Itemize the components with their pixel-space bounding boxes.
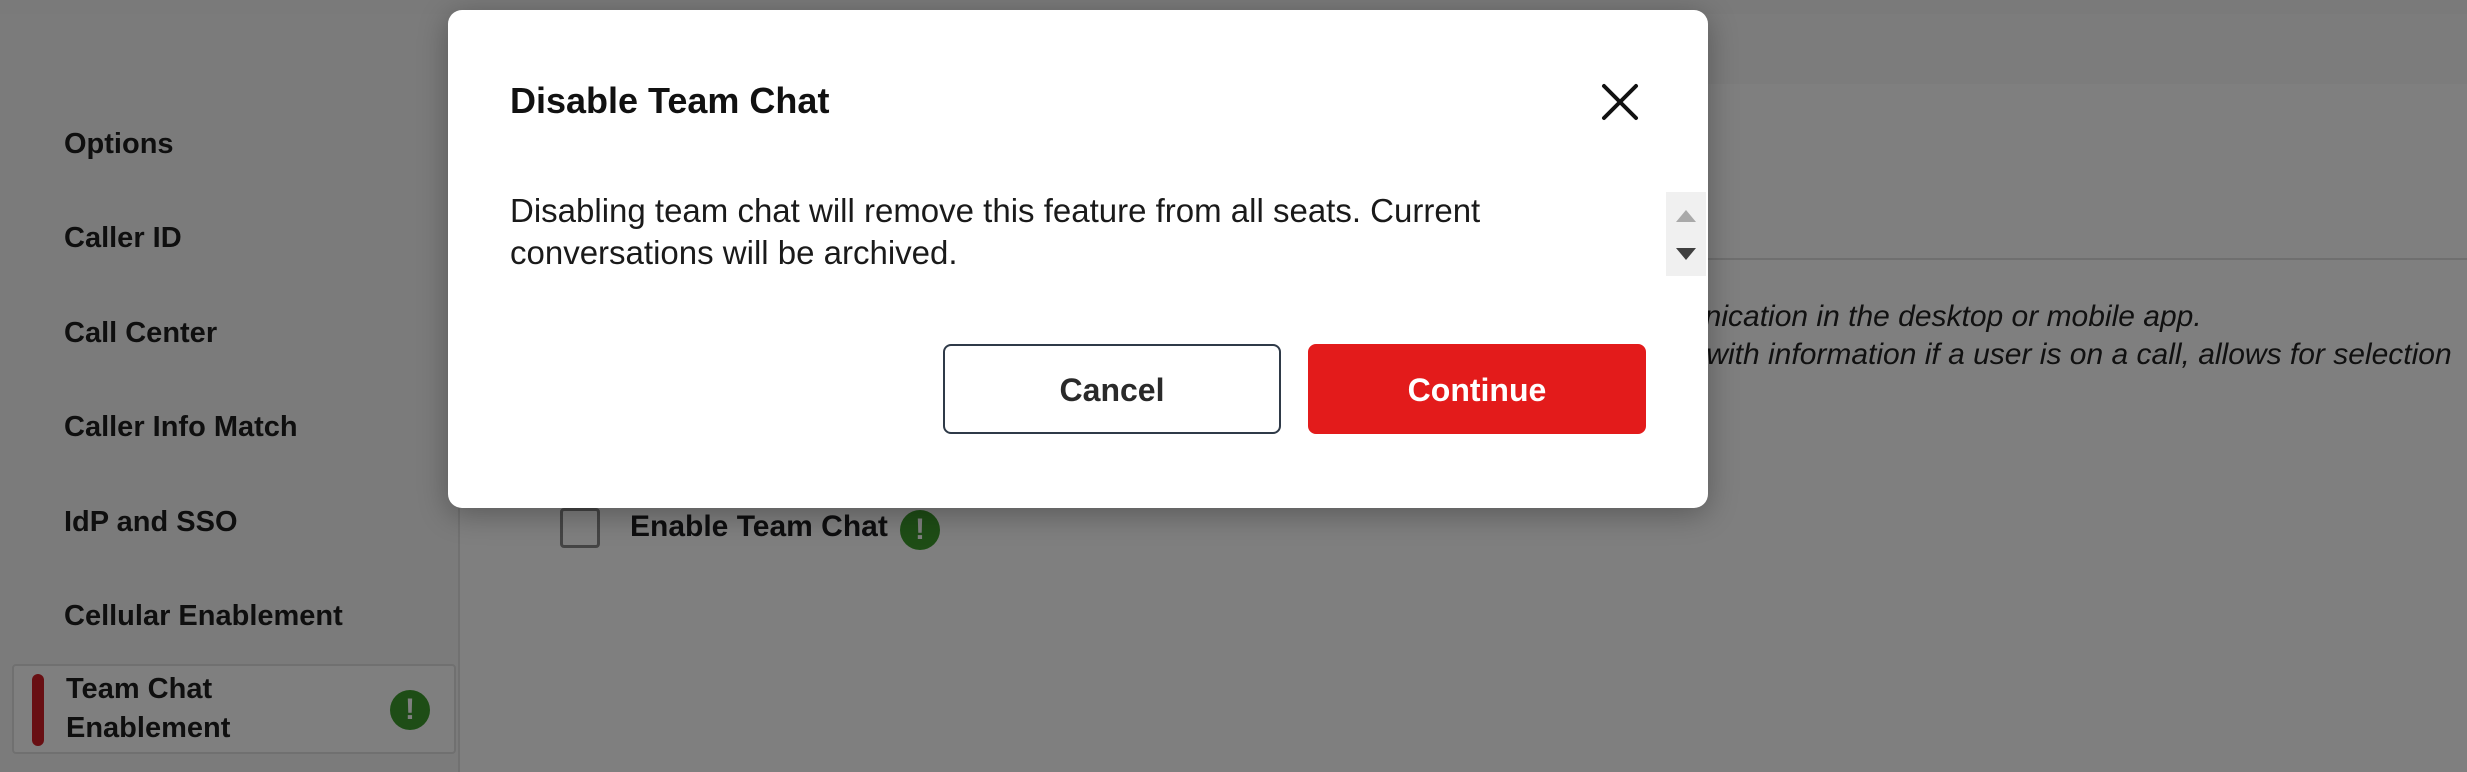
scroll-up-arrow-icon[interactable] bbox=[1676, 210, 1696, 222]
continue-button[interactable]: Continue bbox=[1308, 344, 1646, 434]
disable-team-chat-dialog: Disable Team Chat Disabling team chat wi… bbox=[448, 10, 1708, 508]
cancel-button[interactable]: Cancel bbox=[943, 344, 1281, 434]
dialog-message: Disabling team chat will remove this fea… bbox=[510, 192, 1481, 271]
dialog-title: Disable Team Chat bbox=[510, 80, 830, 121]
scroll-down-arrow-icon[interactable] bbox=[1676, 248, 1696, 260]
close-icon[interactable] bbox=[1596, 78, 1644, 126]
dialog-scrollbar[interactable] bbox=[1666, 192, 1706, 276]
